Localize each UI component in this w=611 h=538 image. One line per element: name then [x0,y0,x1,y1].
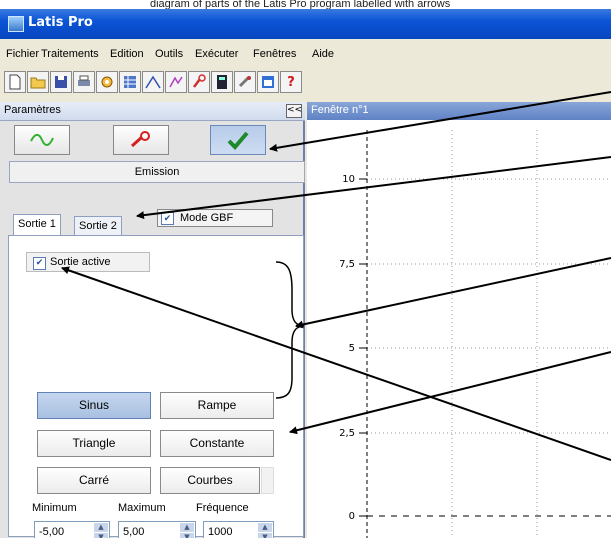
spin-down-icon[interactable]: ▼ [180,533,194,538]
check-icon [227,131,249,150]
menu-executer[interactable]: Exécuter [195,48,238,60]
title-bar: Latis Pro [0,9,611,39]
camera-icon[interactable] [96,71,118,93]
waveform-carre-button[interactable]: Carré [37,467,151,494]
menu-traitements[interactable]: Traitements [41,48,99,60]
y-tick-label: 2,5 [339,428,355,439]
waveform-triangle-button[interactable]: Triangle [37,430,151,457]
menu-outils[interactable]: Outils [155,48,183,60]
graph-window: Fenêtre n°1 10 7,5 5 2,5 0 [307,102,611,538]
mode-gbf-toggle[interactable]: ✔ Mode GBF [157,209,273,227]
waveform-constante-button[interactable]: Constante [160,430,274,457]
curve-icon[interactable] [142,71,164,93]
y-tick-marks [359,178,367,517]
courbes-dropdown[interactable] [261,467,274,494]
menu-fichier[interactable]: Fichier [6,48,39,60]
frequence-spinbox[interactable]: 1000 ▲ ▼ [203,521,274,538]
help-icon[interactable]: ? [280,71,302,93]
maximum-label: Maximum [118,502,166,514]
window-icon[interactable] [257,71,279,93]
spin-down-icon[interactable]: ▼ [94,533,108,538]
collapse-button[interactable]: << [286,104,302,118]
app-icon [8,16,24,32]
panel-header: Paramètres << [0,102,305,121]
minimum-value: -5,00 [39,526,65,538]
app-title: Latis Pro [28,15,93,30]
graph-plot[interactable]: 10 7,5 5 2,5 0 [307,120,611,538]
acquisition-button[interactable] [14,125,70,155]
emission-header: Emission [9,161,305,183]
spin-up-icon[interactable]: ▲ [94,523,108,533]
minimum-spin-arrows: ▲ ▼ [94,523,108,538]
grid-lines [367,130,611,538]
parameters-panel: Paramètres << Emission Sortie 1 Sortie 2… [0,102,305,538]
generator-icon[interactable] [188,71,210,93]
tool-box-icon[interactable] [234,71,256,93]
table-icon[interactable] [119,71,141,93]
app-window: Latis Pro Fichier Traitements Edition Ou… [0,9,611,538]
tab-sortie-1[interactable]: Sortie 1 [13,214,61,236]
sortie-active-label: Sortie active [50,256,111,268]
menu-edition[interactable]: Edition [110,48,144,60]
menu-aide[interactable]: Aide [312,48,334,60]
maximum-value: 5,00 [123,526,145,538]
print-icon[interactable] [73,71,95,93]
mode-gbf-label: Mode GBF [180,212,234,224]
y-tick-label: 10 [342,174,355,185]
minimum-label: Minimum [32,502,77,514]
tab-sortie-2[interactable]: Sortie 2 [74,216,122,236]
spin-up-icon[interactable]: ▲ [258,523,272,533]
frequence-value: 1000 [208,526,233,538]
panel-title: Paramètres [4,104,61,116]
checkbox-icon[interactable]: ✔ [161,212,174,225]
maximum-spinbox[interactable]: 5,00 ▲ ▼ [118,521,196,538]
calculator-icon[interactable] [211,71,233,93]
waveform-rampe-button[interactable]: Rampe [160,392,274,419]
frequence-label: Fréquence [196,502,249,514]
minimum-spinbox[interactable]: -5,00 ▲ ▼ [34,521,110,538]
new-file-icon[interactable] [4,71,26,93]
checkbox-icon[interactable]: ✔ [33,257,46,270]
y-tick-label: 0 [349,511,355,522]
generator-button[interactable] [113,125,169,155]
tool-icon[interactable] [165,71,187,93]
menu-fenetres[interactable]: Fenêtres [253,48,296,60]
frequence-spin-arrows: ▲ ▼ [258,523,272,538]
waveform-sinus-button[interactable]: Sinus [37,392,151,419]
graph-header: Fenêtre n°1 [307,102,611,120]
graph-title: Fenêtre n°1 [311,104,369,116]
toolbar: ? [4,68,604,98]
open-folder-icon[interactable] [27,71,49,93]
spin-down-icon[interactable]: ▼ [258,533,272,538]
y-tick-label: 5 [349,343,355,354]
caption: diagram of parts of the Latis Pro progra… [150,0,451,9]
sortie-active-toggle[interactable]: ✔ Sortie active [26,252,150,272]
waveform-courbes-button[interactable]: Courbes [160,467,260,494]
save-icon[interactable] [50,71,72,93]
spin-up-icon[interactable]: ▲ [180,523,194,533]
y-tick-label: 7,5 [339,259,355,270]
validate-button[interactable] [210,125,266,155]
generator-icon [130,131,150,148]
menu-bar: Fichier Traitements Edition Outils Exécu… [0,45,611,65]
maximum-spin-arrows: ▲ ▼ [180,523,194,538]
sine-wave-icon [30,133,54,146]
